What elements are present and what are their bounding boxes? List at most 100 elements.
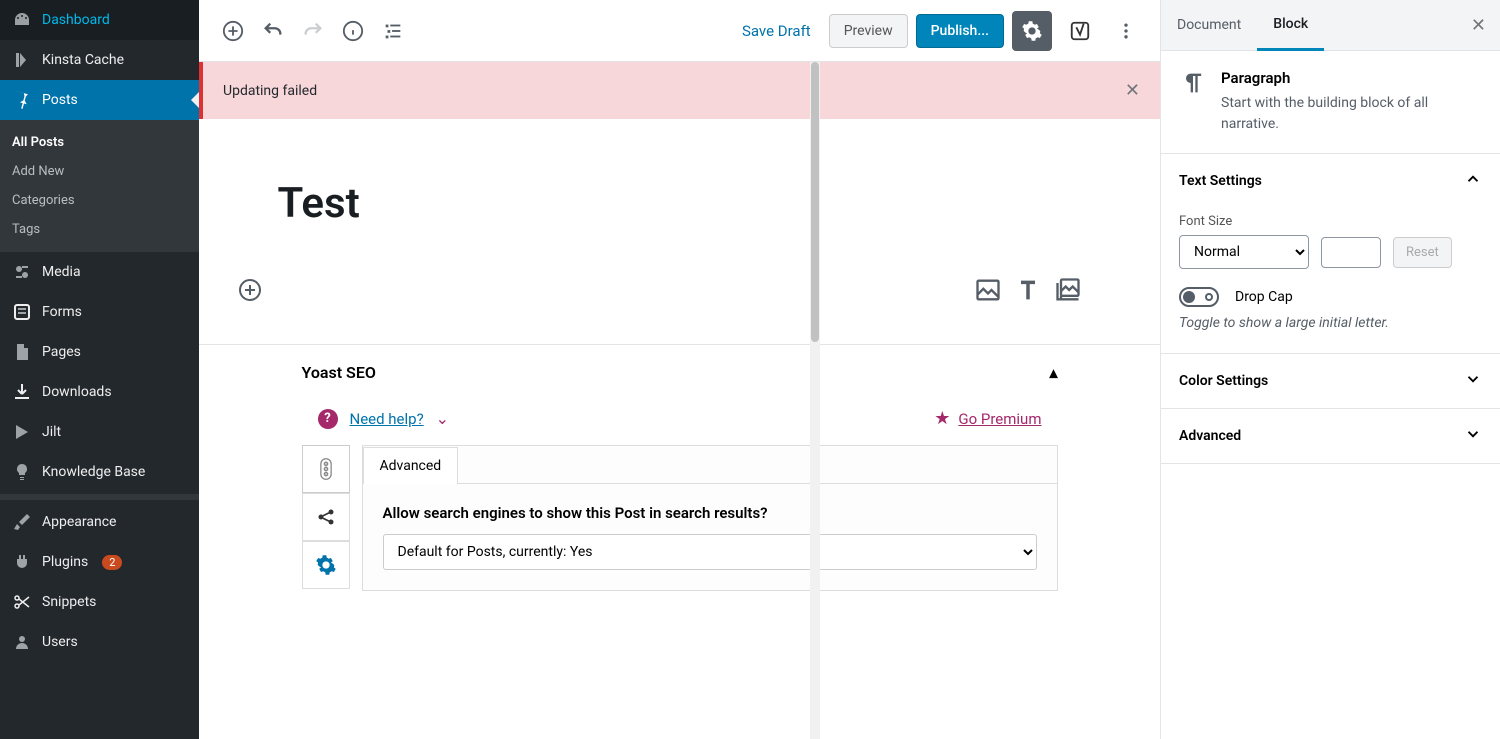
color-settings-toggle[interactable]: Color Settings	[1161, 354, 1500, 408]
block-desc: Start with the building block of all nar…	[1221, 93, 1482, 135]
yoast-panel: Yoast SEO ▴ ? Need help? ⌄ ★ Go Premium	[199, 344, 1160, 615]
scissors-icon	[12, 592, 32, 612]
scrollbar-thumb[interactable]	[811, 62, 819, 342]
brush-icon	[12, 512, 32, 532]
sidebar-item-media[interactable]: Media	[0, 252, 199, 292]
yoast-tab-social[interactable]	[302, 493, 350, 541]
sidebar-item-kb[interactable]: Knowledge Base	[0, 452, 199, 492]
downloads-icon	[12, 382, 32, 402]
close-settings-button[interactable]: ✕	[1457, 15, 1500, 36]
editor-toolbar: Save Draft Preview Publish...	[199, 0, 1160, 62]
sidebar-label: Downloads	[42, 384, 112, 400]
gallery-block-icon[interactable]	[1054, 276, 1082, 304]
sidebar-label: Knowledge Base	[42, 464, 145, 480]
notice-close-button[interactable]: ✕	[1125, 80, 1140, 101]
sidebar-label: Forms	[42, 304, 82, 320]
jilt-icon	[12, 422, 32, 442]
chevron-down-icon[interactable]: ⌄	[436, 409, 449, 428]
yoast-title: Yoast SEO	[302, 363, 376, 382]
block-appender	[278, 268, 1082, 332]
paragraph-icon	[1179, 69, 1207, 97]
subitem-add-new[interactable]: Add New	[0, 157, 199, 186]
forms-icon	[12, 302, 32, 322]
image-block-icon[interactable]	[974, 276, 1002, 304]
sidebar-item-snippets[interactable]: Snippets	[0, 582, 199, 622]
tab-document[interactable]: Document	[1161, 1, 1257, 49]
yoast-question-label: Allow search engines to show this Post i…	[383, 504, 1037, 522]
sidebar-label: Plugins	[42, 554, 88, 570]
settings-sidebar: Document Block ✕ Paragraph Start with th…	[1160, 0, 1500, 739]
yoast-button[interactable]	[1060, 11, 1100, 51]
add-block-button[interactable]	[215, 13, 251, 49]
posts-submenu: All Posts Add New Categories Tags	[0, 120, 199, 252]
font-size-select[interactable]: Normal	[1179, 235, 1309, 269]
sidebar-item-appearance[interactable]: Appearance	[0, 502, 199, 542]
users-icon	[12, 632, 32, 652]
yoast-panel-toggle[interactable]: Yoast SEO ▴	[278, 345, 1082, 400]
sidebar-label: Pages	[42, 344, 81, 360]
sidebar-label: Dashboard	[42, 12, 110, 28]
chevron-down-icon	[1464, 425, 1482, 447]
subitem-categories[interactable]: Categories	[0, 186, 199, 215]
post-title-input[interactable]: Test	[278, 179, 1082, 228]
text-settings-toggle[interactable]: Text Settings	[1161, 154, 1500, 208]
subitem-all-posts[interactable]: All Posts	[0, 128, 199, 157]
sidebar-item-plugins[interactable]: Plugins 2	[0, 542, 199, 582]
lightbulb-icon	[12, 462, 32, 482]
drop-cap-hint: Toggle to show a large initial letter.	[1179, 315, 1482, 331]
yoast-tab-readability[interactable]	[302, 445, 350, 493]
reset-button[interactable]: Reset	[1393, 237, 1452, 268]
dashboard-icon	[12, 10, 32, 30]
add-block-inline-button[interactable]	[238, 278, 262, 302]
sidebar-item-jilt[interactable]: Jilt	[0, 412, 199, 452]
media-icon	[12, 262, 32, 282]
yoast-tab-advanced[interactable]	[302, 541, 350, 589]
notice-message: Updating failed	[223, 83, 317, 99]
sidebar-item-forms[interactable]: Forms	[0, 292, 199, 332]
chevron-up-icon	[1464, 170, 1482, 192]
tab-block[interactable]: Block	[1257, 0, 1324, 51]
go-premium-link[interactable]: Go Premium	[958, 410, 1041, 428]
error-notice: Updating failed ✕	[199, 62, 1160, 119]
scrollbar[interactable]	[810, 62, 820, 739]
sidebar-label: Appearance	[42, 514, 116, 530]
sidebar-item-pages[interactable]: Pages	[0, 332, 199, 372]
settings-tabs: Document Block ✕	[1161, 0, 1500, 51]
more-options-button[interactable]	[1108, 13, 1144, 49]
font-size-input[interactable]	[1321, 237, 1381, 268]
publish-button[interactable]: Publish...	[916, 14, 1004, 48]
sidebar-item-dashboard[interactable]: Dashboard	[0, 0, 199, 40]
need-help-link[interactable]: Need help?	[350, 410, 424, 428]
sidebar-item-posts[interactable]: Posts	[0, 80, 199, 120]
sidebar-label: Media	[42, 264, 81, 280]
sidebar-item-downloads[interactable]: Downloads	[0, 372, 199, 412]
sidebar-label: Snippets	[42, 594, 96, 610]
yoast-subtab-advanced[interactable]: Advanced	[363, 447, 459, 484]
help-icon: ?	[318, 409, 338, 429]
chevron-down-icon	[1464, 370, 1482, 392]
pin-icon	[12, 90, 32, 110]
plugins-badge: 2	[102, 555, 122, 570]
subitem-tags[interactable]: Tags	[0, 215, 199, 244]
pages-icon	[12, 342, 32, 362]
heading-block-icon[interactable]	[1014, 276, 1042, 304]
sidebar-item-kinsta[interactable]: Kinsta Cache	[0, 40, 199, 80]
settings-button[interactable]	[1012, 11, 1052, 51]
drop-cap-toggle[interactable]	[1179, 287, 1219, 307]
sidebar-label: Jilt	[42, 424, 61, 440]
sidebar-label: Kinsta Cache	[42, 52, 124, 68]
sidebar-item-users[interactable]: Users	[0, 622, 199, 662]
sidebar-separator	[0, 494, 199, 500]
editor-canvas: Test Yoast SEO ▴ ?	[199, 119, 1160, 739]
advanced-settings-toggle[interactable]: Advanced	[1161, 409, 1500, 463]
redo-button[interactable]	[295, 13, 331, 49]
outline-button[interactable]	[375, 13, 411, 49]
info-button[interactable]	[335, 13, 371, 49]
save-draft-button[interactable]: Save Draft	[732, 14, 821, 48]
yoast-search-engines-select[interactable]: Default for Posts, currently: Yes	[383, 534, 1037, 570]
undo-button[interactable]	[255, 13, 291, 49]
preview-button[interactable]: Preview	[829, 14, 908, 48]
star-icon: ★	[934, 408, 950, 429]
collapse-icon: ▴	[1049, 363, 1057, 382]
sidebar-label: Posts	[42, 92, 78, 108]
